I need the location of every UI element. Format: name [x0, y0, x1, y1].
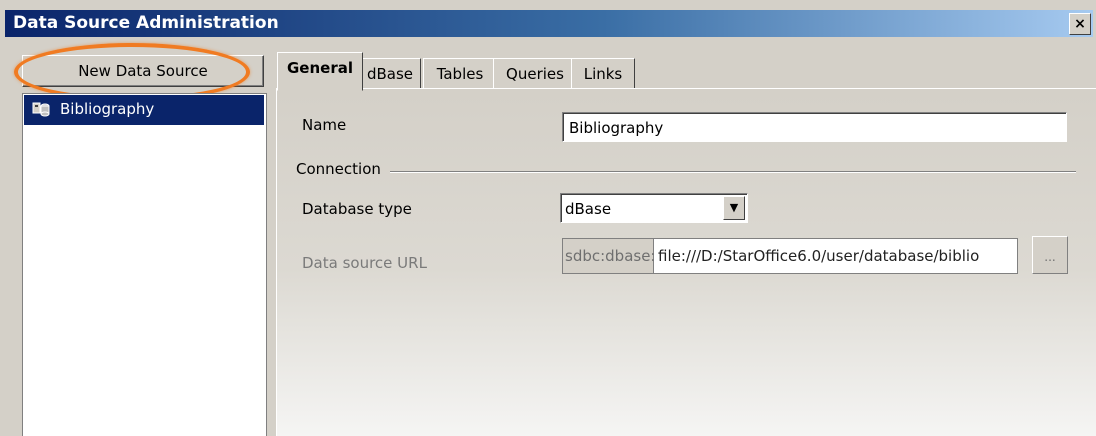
- data-source-url-label: Data source URL: [302, 254, 427, 272]
- chevron-down-icon[interactable]: ▼: [723, 196, 745, 220]
- tab-links[interactable]: Links: [571, 58, 635, 90]
- database-type-label: Database type: [302, 200, 412, 218]
- close-icon: ×: [1074, 16, 1086, 32]
- list-item[interactable]: Bibliography: [24, 95, 264, 125]
- browse-button[interactable]: ...: [1032, 236, 1068, 274]
- data-source-list[interactable]: Bibliography: [22, 93, 267, 436]
- tab-general[interactable]: General: [277, 52, 363, 91]
- connection-divider: [390, 171, 1076, 173]
- name-label: Name: [302, 116, 347, 134]
- tab-tables[interactable]: Tables: [423, 58, 497, 90]
- tab-dbase[interactable]: dBase: [359, 58, 421, 90]
- data-source-url-field[interactable]: file:///D:/StarOffice6.0/user/database/b…: [654, 238, 1018, 274]
- tab-queries[interactable]: Queries: [493, 58, 577, 90]
- list-item-label: Bibliography: [60, 100, 155, 118]
- close-button[interactable]: ×: [1069, 13, 1091, 35]
- dialog-window: Data Source Administration × New Data So…: [0, 0, 1096, 436]
- name-field[interactable]: Bibliography: [562, 112, 1067, 142]
- database-type-value: dBase: [565, 200, 612, 218]
- url-prefix: sdbc:dbase:: [562, 238, 656, 274]
- database-type-select[interactable]: dBase ▼: [560, 193, 748, 223]
- window-title: Data Source Administration: [13, 13, 279, 33]
- new-data-source-button[interactable]: New Data Source: [22, 55, 264, 87]
- title-bar[interactable]: Data Source Administration ×: [5, 10, 1093, 37]
- database-icon: [32, 102, 50, 117]
- connection-heading: Connection: [296, 160, 381, 178]
